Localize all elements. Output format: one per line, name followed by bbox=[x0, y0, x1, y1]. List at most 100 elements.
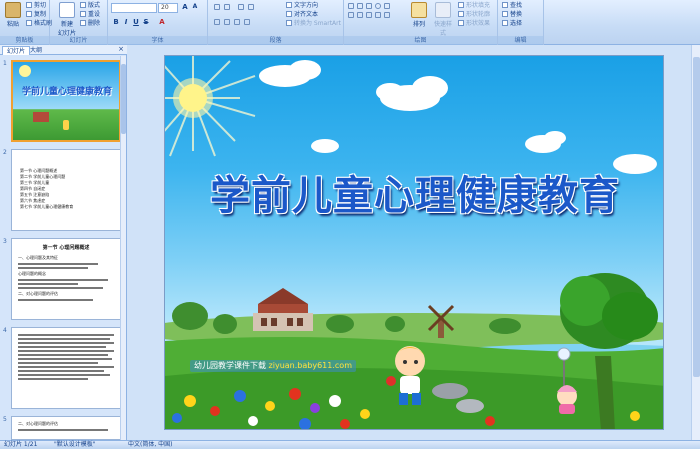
shape-rounded-icon[interactable] bbox=[348, 12, 354, 18]
copy-icon bbox=[26, 11, 32, 17]
drawing-group-label: 绘图 bbox=[344, 36, 497, 45]
pen-icon bbox=[458, 11, 464, 17]
tab-outline[interactable]: 大纲 bbox=[26, 46, 46, 55]
decrease-indent-icon[interactable] bbox=[238, 4, 244, 10]
binoculars-icon bbox=[502, 2, 508, 8]
editing-group-label: 编辑 bbox=[498, 36, 543, 45]
layout-icon bbox=[80, 2, 86, 8]
align-right-icon[interactable] bbox=[234, 19, 240, 25]
house-icon bbox=[253, 288, 313, 331]
sun-icon bbox=[165, 56, 256, 157]
delete-button[interactable]: 删除 bbox=[80, 20, 100, 28]
panel-scroll-thumb[interactable] bbox=[121, 64, 126, 134]
format-painter-button[interactable]: 格式刷 bbox=[26, 20, 52, 28]
shrink-font-button[interactable]: A bbox=[191, 3, 199, 11]
replace-button[interactable]: 替换 bbox=[502, 11, 522, 19]
align-left-icon[interactable] bbox=[214, 19, 220, 25]
font-color-button[interactable]: A bbox=[158, 18, 166, 26]
delete-icon bbox=[80, 20, 86, 26]
drawing-group: 排列 快速样式 形状填充 形状轮廓 形状效果 绘图 bbox=[344, 0, 498, 45]
clipboard-group-label: 剪贴板 bbox=[0, 36, 49, 45]
shape-star-icon[interactable] bbox=[357, 12, 363, 18]
smartart-icon bbox=[286, 20, 292, 26]
shape-effects-button[interactable]: 形状效果 bbox=[458, 20, 490, 28]
replace-icon bbox=[502, 11, 508, 17]
cloud-icon bbox=[259, 60, 657, 174]
quick-styles-icon bbox=[435, 2, 451, 18]
child-icon bbox=[63, 120, 69, 130]
sun-icon bbox=[19, 65, 31, 77]
slide-canvas[interactable]: 学前儿童心理健康教育 幼儿园教学课件下载 ziyuan.baby611.com bbox=[164, 55, 664, 430]
justify-icon[interactable] bbox=[244, 19, 250, 25]
shape-line-icon[interactable] bbox=[357, 3, 363, 9]
quick-styles-button[interactable]: 快速样式 bbox=[432, 2, 454, 37]
bullets-icon[interactable] bbox=[214, 4, 220, 10]
site-url[interactable]: ziyuan.baby611.com bbox=[269, 361, 352, 370]
copy-button[interactable]: 复制 bbox=[26, 11, 46, 19]
font-group-label: 字体 bbox=[108, 36, 207, 45]
align-text-button[interactable]: 对齐文本 bbox=[286, 11, 318, 19]
bold-button[interactable]: B bbox=[112, 18, 120, 26]
slide-editor: 学前儿童心理健康教育 幼儿园教学课件下载 ziyuan.baby611.com bbox=[127, 45, 700, 440]
thumb-title: 学前儿童心理健康教育 bbox=[21, 87, 112, 97]
editing-group: 查找 替换 选择 编辑 bbox=[498, 0, 544, 45]
panel-tabs: 幻灯片 大纲 × bbox=[0, 45, 127, 55]
paragraph-group: 文字方向 对齐文本 转换为 SmartArt 段落 bbox=[208, 0, 344, 45]
text-direction-button[interactable]: 文字方向 bbox=[286, 2, 318, 10]
underline-button[interactable]: U bbox=[132, 18, 140, 26]
shape-brace-icon[interactable] bbox=[384, 12, 390, 18]
paragraph-group-label: 段落 bbox=[208, 36, 343, 45]
slides-group-label: 幻灯片 bbox=[50, 36, 107, 45]
font-name-field[interactable] bbox=[111, 3, 157, 13]
scissors-icon bbox=[26, 2, 32, 8]
text-direction-icon bbox=[286, 2, 292, 8]
slide-position: 幻灯片 1/21 bbox=[4, 441, 38, 448]
shape-outline-button[interactable]: 形状轮廓 bbox=[458, 11, 490, 19]
increase-indent-icon[interactable] bbox=[248, 4, 254, 10]
align-center-icon[interactable] bbox=[224, 19, 230, 25]
editor-scroll-thumb[interactable] bbox=[693, 57, 700, 377]
cursor-icon bbox=[502, 20, 508, 26]
fill-bucket-icon bbox=[458, 2, 464, 8]
shape-triangle-icon[interactable] bbox=[384, 3, 390, 9]
smartart-button[interactable]: 转换为 SmartArt bbox=[286, 20, 341, 28]
clipboard-group: 粘贴 剪切 复制 格式刷 剪贴板 bbox=[0, 0, 52, 45]
arrange-button[interactable]: 排列 bbox=[408, 2, 430, 28]
cut-button[interactable]: 剪切 bbox=[26, 2, 46, 10]
brush-icon bbox=[26, 20, 32, 26]
editor-scrollbar[interactable] bbox=[691, 45, 700, 440]
shape-arrow-icon[interactable] bbox=[366, 3, 372, 9]
shape-curve-icon[interactable] bbox=[366, 12, 372, 18]
shape-oval-icon[interactable] bbox=[375, 3, 381, 9]
new-slide-button[interactable]: 新建 幻灯片 bbox=[56, 2, 78, 37]
shape-fill-button[interactable]: 形状填充 bbox=[458, 2, 490, 10]
select-button[interactable]: 选择 bbox=[502, 20, 522, 28]
font-group: 20 A A B I U S A 字体 bbox=[108, 0, 208, 45]
new-slide-icon bbox=[59, 2, 75, 18]
shape-rect-icon[interactable] bbox=[348, 3, 354, 9]
find-button[interactable]: 查找 bbox=[502, 2, 522, 10]
theme-name: "默认设计模板" bbox=[54, 441, 96, 448]
font-size-field[interactable]: 20 bbox=[158, 3, 178, 13]
reset-button[interactable]: 重设 bbox=[80, 11, 100, 19]
numbering-icon[interactable] bbox=[224, 4, 230, 10]
italic-button[interactable]: I bbox=[122, 18, 130, 26]
arrange-icon bbox=[411, 2, 427, 18]
reset-icon bbox=[80, 11, 86, 17]
strikethrough-button[interactable]: S bbox=[142, 18, 150, 26]
slides-panel: 幻灯片 大纲 × 1 学前儿童心理健康教育 2 第一节 心理问题概述 第二节 学… bbox=[0, 45, 127, 440]
language-indicator[interactable]: 中文(简体, 中国) bbox=[128, 441, 173, 449]
paste-button[interactable]: 粘贴 bbox=[2, 2, 24, 28]
grow-font-button[interactable]: A bbox=[181, 3, 189, 11]
status-bar: 幻灯片 1/21 "默认设计模板" 中文(简体, 中国) bbox=[0, 440, 700, 449]
site-banner: 幼儿园教学课件下载 ziyuan.baby611.com bbox=[190, 360, 356, 372]
house-icon bbox=[33, 112, 49, 122]
slide-title[interactable]: 学前儿童心理健康教育 bbox=[195, 163, 635, 221]
layout-button[interactable]: 版式 bbox=[80, 2, 100, 10]
shape-callout-icon[interactable] bbox=[375, 12, 381, 18]
paste-icon bbox=[5, 2, 21, 18]
slides-group: 新建 幻灯片 版式 重设 删除 幻灯片 bbox=[50, 0, 108, 45]
panel-scrollbar[interactable] bbox=[120, 56, 126, 440]
ribbon: 粘贴 剪切 复制 格式刷 剪贴板 新建 幻灯片 版式 重设 删除 幻灯片 20 … bbox=[0, 0, 700, 45]
close-panel-icon[interactable]: × bbox=[118, 45, 124, 53]
